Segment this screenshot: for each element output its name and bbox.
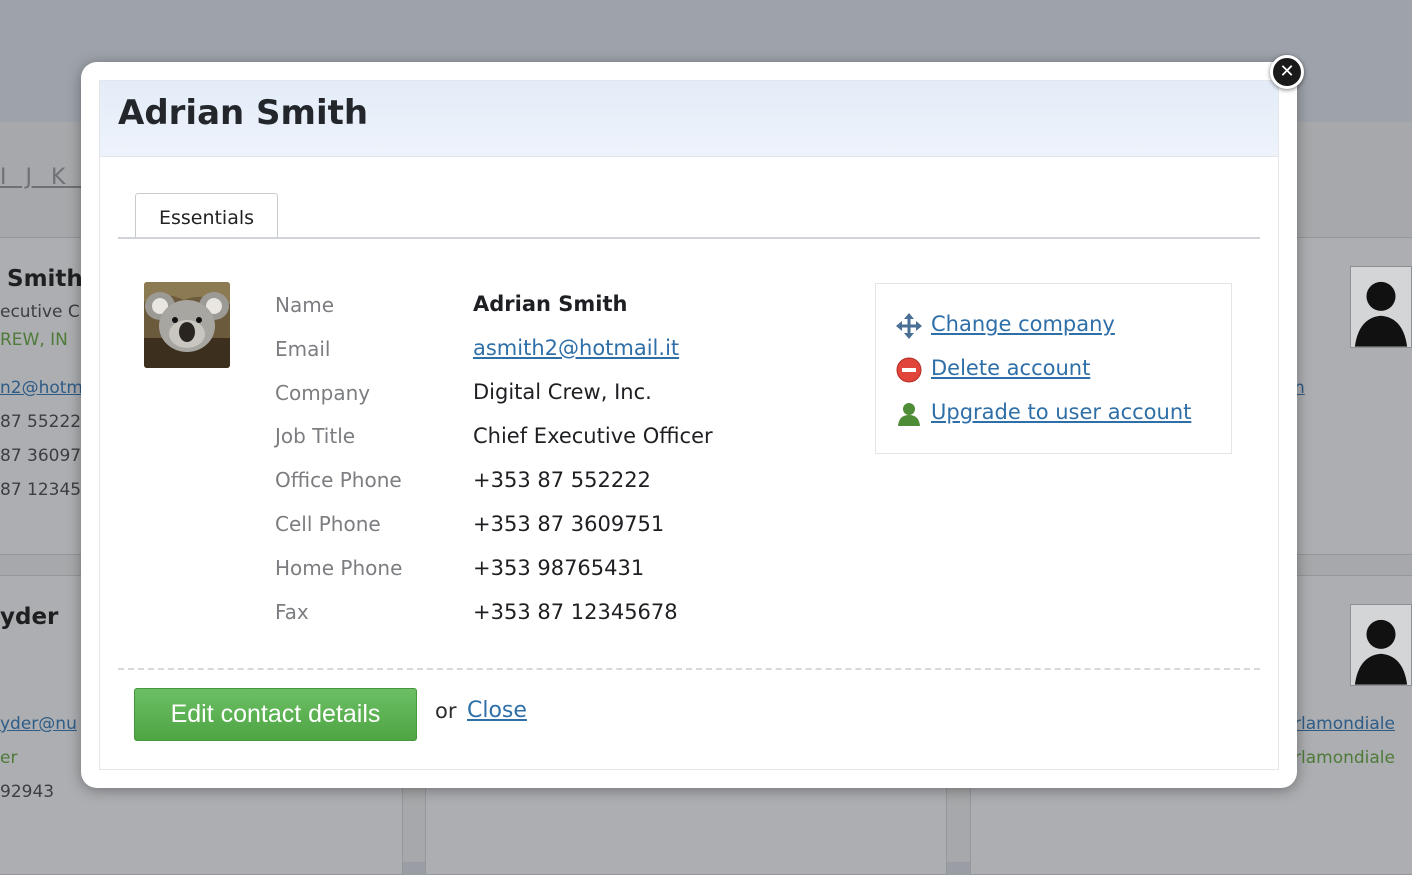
- background-card-line: yder@nu: [0, 714, 77, 734]
- office-phone-value: +353 87 552222: [473, 468, 651, 492]
- name-value: Adrian Smith: [473, 292, 628, 316]
- background-link: rlamondiale: [1294, 748, 1395, 768]
- close-x-icon[interactable]: ✕: [1270, 55, 1304, 89]
- background-card-line: ecutive C: [0, 302, 80, 322]
- email-label: Email: [275, 337, 331, 361]
- silhouette-avatar-icon: [1350, 266, 1412, 348]
- modal-title: Adrian Smith: [118, 93, 369, 133]
- silhouette-avatar-icon: [1350, 604, 1412, 686]
- minus-circle-icon: [896, 357, 922, 383]
- change-company-label: Change company: [931, 312, 1115, 336]
- background-card-name: yder: [0, 604, 59, 630]
- background-link: rlamondiale: [1294, 714, 1395, 734]
- fax-label: Fax: [275, 600, 309, 624]
- footer-divider: [118, 668, 1260, 670]
- tab-essentials[interactable]: Essentials: [135, 193, 278, 239]
- move-arrows-icon: [896, 313, 922, 339]
- close-link[interactable]: Close: [467, 698, 527, 723]
- background-card-line: 87 36097: [0, 446, 82, 466]
- office-phone-label: Office Phone: [275, 468, 402, 492]
- background-card-line: 87 55222: [0, 412, 82, 432]
- background-card-line: n2@hotm: [0, 378, 83, 398]
- or-text: or: [435, 699, 457, 723]
- home-phone-value: +353 98765431: [473, 556, 645, 580]
- name-label: Name: [275, 293, 335, 317]
- background-card-line: er: [0, 748, 18, 768]
- edit-contact-details-button[interactable]: Edit contact details: [134, 688, 417, 741]
- company-label: Company: [275, 381, 371, 405]
- company-value: Digital Crew, Inc.: [473, 380, 652, 404]
- background-card-line: 87 12345: [0, 480, 82, 500]
- cell-phone-value: +353 87 3609751: [473, 512, 665, 536]
- upgrade-user-account-label: Upgrade to user account: [931, 400, 1192, 424]
- delete-account-label: Delete account: [931, 356, 1091, 380]
- home-phone-label: Home Phone: [275, 556, 403, 580]
- email-link[interactable]: asmith2@hotmail.it: [473, 336, 679, 360]
- contact-actions-box: Change company Delete account Upgrade to…: [875, 283, 1232, 454]
- tab-divider: [118, 237, 1260, 239]
- job-title-value: Chief Executive Officer: [473, 424, 713, 448]
- job-title-label: Job Title: [275, 424, 356, 448]
- user-icon: [896, 401, 922, 427]
- background-card-name: Smith: [7, 266, 83, 292]
- background-card-line: 92943: [0, 782, 55, 802]
- cell-phone-label: Cell Phone: [275, 512, 381, 536]
- modal-content: Adrian Smith Essentials Name Adrian Smit…: [99, 80, 1279, 770]
- modal-title-bar: Adrian Smith: [100, 81, 1278, 157]
- koala-photo-icon: [144, 282, 230, 368]
- background-card-line: REW, IN: [0, 330, 68, 350]
- contact-modal: Adrian Smith Essentials Name Adrian Smit…: [81, 62, 1297, 788]
- fax-value: +353 87 12345678: [473, 600, 678, 624]
- contact-avatar: [144, 282, 230, 368]
